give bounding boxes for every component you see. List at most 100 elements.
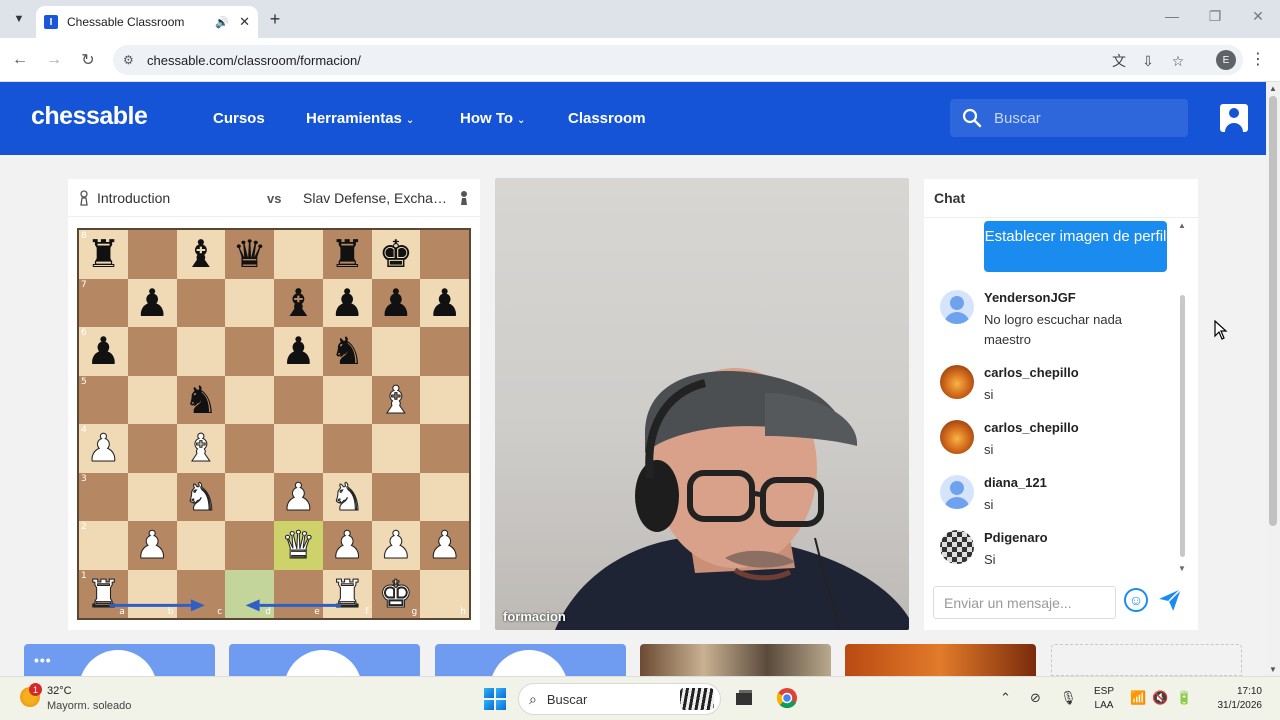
- white-pawn-icon[interactable]: ♟: [378, 526, 413, 565]
- install-app-icon[interactable]: ⇩: [1138, 51, 1158, 71]
- browser-menu-icon[interactable]: ⋮: [1250, 49, 1266, 69]
- video-feed[interactable]: formacion: [495, 178, 909, 630]
- translate-icon[interactable]: 文: [1109, 51, 1129, 71]
- minimize-icon[interactable]: —: [1162, 8, 1182, 24]
- square-c8[interactable]: ♝: [176, 230, 226, 279]
- square-a7[interactable]: 7: [79, 278, 128, 327]
- square-e3[interactable]: ♟: [274, 472, 323, 521]
- white-pawn-icon[interactable]: ♟: [135, 526, 170, 565]
- square-a2[interactable]: 2: [79, 521, 128, 570]
- participant-video-tile[interactable]: [640, 644, 831, 676]
- taskbar-search[interactable]: ⌕ Buscar: [518, 683, 721, 715]
- tray-chevron-up-icon[interactable]: ⌃: [1000, 690, 1011, 706]
- square-c6[interactable]: [176, 327, 226, 376]
- square-a1[interactable]: 1 a ♜: [79, 569, 128, 618]
- square-h8[interactable]: [420, 230, 469, 279]
- square-g5[interactable]: ♝: [371, 375, 421, 424]
- square-g4[interactable]: [371, 424, 421, 473]
- white-bishop-icon[interactable]: ♝: [378, 380, 413, 419]
- restore-icon[interactable]: ❐: [1205, 8, 1225, 25]
- square-h7[interactable]: ♟: [420, 278, 469, 327]
- wifi-icon[interactable]: 📶: [1130, 690, 1146, 706]
- black-queen-icon[interactable]: ♛: [233, 235, 267, 273]
- square-b7[interactable]: ♟: [127, 278, 177, 327]
- square-d6[interactable]: [225, 327, 274, 376]
- white-knight-icon[interactable]: ♞: [330, 477, 365, 516]
- more-options-icon[interactable]: •••: [34, 652, 52, 668]
- square-b8[interactable]: [127, 230, 177, 279]
- square-h1[interactable]: h: [420, 569, 469, 618]
- square-a5[interactable]: 5: [79, 375, 128, 424]
- square-f6[interactable]: ♞: [322, 327, 372, 376]
- volume-muted-icon[interactable]: 🔇: [1152, 690, 1168, 706]
- scroll-up-arrow[interactable]: ▲: [1269, 84, 1277, 93]
- task-view-icon[interactable]: [733, 687, 755, 709]
- square-b5[interactable]: [127, 375, 177, 424]
- white-pawn-icon[interactable]: ♟: [281, 477, 316, 516]
- participant-tile[interactable]: [229, 644, 420, 676]
- participant-tile[interactable]: [435, 644, 626, 676]
- square-f1[interactable]: f ♜: [322, 569, 372, 618]
- white-king-icon[interactable]: ♚: [378, 574, 413, 613]
- camera-off-icon[interactable]: ⊘: [1030, 690, 1041, 706]
- square-f7[interactable]: ♟: [322, 278, 372, 327]
- square-g7[interactable]: ♟: [371, 278, 421, 327]
- black-pawn-icon[interactable]: ♟: [330, 284, 364, 322]
- square-c7[interactable]: [176, 278, 226, 327]
- square-c4[interactable]: ♝: [176, 424, 226, 473]
- white-rook-icon[interactable]: ♜: [86, 574, 121, 613]
- square-h6[interactable]: [420, 327, 469, 376]
- square-b2[interactable]: ♟: [127, 521, 177, 570]
- square-b6[interactable]: [127, 327, 177, 376]
- close-tab-icon[interactable]: ✕: [239, 14, 250, 30]
- tab-search-menu-button[interactable]: ▼: [8, 8, 30, 30]
- square-a3[interactable]: 3: [79, 472, 128, 521]
- black-knight-icon[interactable]: ♞: [184, 381, 218, 419]
- site-search[interactable]: [950, 99, 1188, 137]
- site-info-icon[interactable]: ⚙: [123, 53, 141, 67]
- square-b4[interactable]: [127, 424, 177, 473]
- profile-avatar[interactable]: E: [1216, 50, 1236, 70]
- square-b1[interactable]: b: [127, 569, 177, 618]
- square-b3[interactable]: [127, 472, 177, 521]
- black-rook-icon[interactable]: ♜: [86, 235, 120, 273]
- scrollbar-thumb[interactable]: [1269, 96, 1277, 526]
- square-f5[interactable]: [322, 375, 372, 424]
- black-bishop-icon[interactable]: ♝: [184, 235, 218, 273]
- input-language[interactable]: ESP LAA: [1094, 685, 1114, 713]
- chat-scroll-down-arrow[interactable]: ▼: [1178, 564, 1186, 573]
- participant-tile[interactable]: •••: [24, 644, 215, 676]
- white-queen-icon[interactable]: ♛: [281, 526, 316, 565]
- black-knight-icon[interactable]: ♞: [330, 332, 364, 370]
- chat-scrollbar-thumb[interactable]: [1180, 295, 1185, 557]
- black-pawn-icon[interactable]: ♟: [86, 332, 120, 370]
- white-rook-icon[interactable]: ♜: [330, 574, 365, 613]
- square-g3[interactable]: [371, 472, 421, 521]
- browser-tab[interactable]: I Chessable Classroom 🔊 ✕: [36, 6, 258, 38]
- square-e5[interactable]: [274, 375, 323, 424]
- bookmark-star-icon[interactable]: ☆: [1168, 51, 1188, 71]
- close-window-icon[interactable]: ✕: [1248, 8, 1268, 25]
- send-icon[interactable]: [1157, 587, 1183, 613]
- square-g2[interactable]: ♟: [371, 521, 421, 570]
- square-f8[interactable]: ♜: [322, 230, 372, 279]
- white-bishop-icon[interactable]: ♝: [183, 429, 218, 468]
- square-d1[interactable]: d: [225, 569, 274, 618]
- square-a4[interactable]: 4 ♟: [79, 424, 128, 473]
- square-f3[interactable]: ♞: [322, 472, 372, 521]
- black-bishop-icon[interactable]: ♝: [281, 284, 315, 322]
- nav-cursos[interactable]: Cursos: [213, 110, 265, 127]
- nav-how-to[interactable]: How To ⌄: [460, 110, 525, 127]
- chat-scroll-up-arrow[interactable]: ▲: [1178, 221, 1186, 230]
- black-pawn-icon[interactable]: ♟: [379, 284, 413, 322]
- square-e1[interactable]: e: [274, 569, 323, 618]
- white-pawn-icon[interactable]: ♟: [86, 429, 121, 468]
- square-c1[interactable]: c: [176, 569, 226, 618]
- white-pawn-icon[interactable]: ♟: [427, 526, 462, 565]
- participant-video-tile[interactable]: [845, 644, 1036, 676]
- square-g1[interactable]: g ♚: [371, 569, 421, 618]
- square-h3[interactable]: [420, 472, 469, 521]
- square-f2[interactable]: ♟: [322, 521, 372, 570]
- page-scrollbar[interactable]: ▲ ▼: [1266, 82, 1280, 676]
- speaker-icon[interactable]: 🔊: [215, 16, 229, 29]
